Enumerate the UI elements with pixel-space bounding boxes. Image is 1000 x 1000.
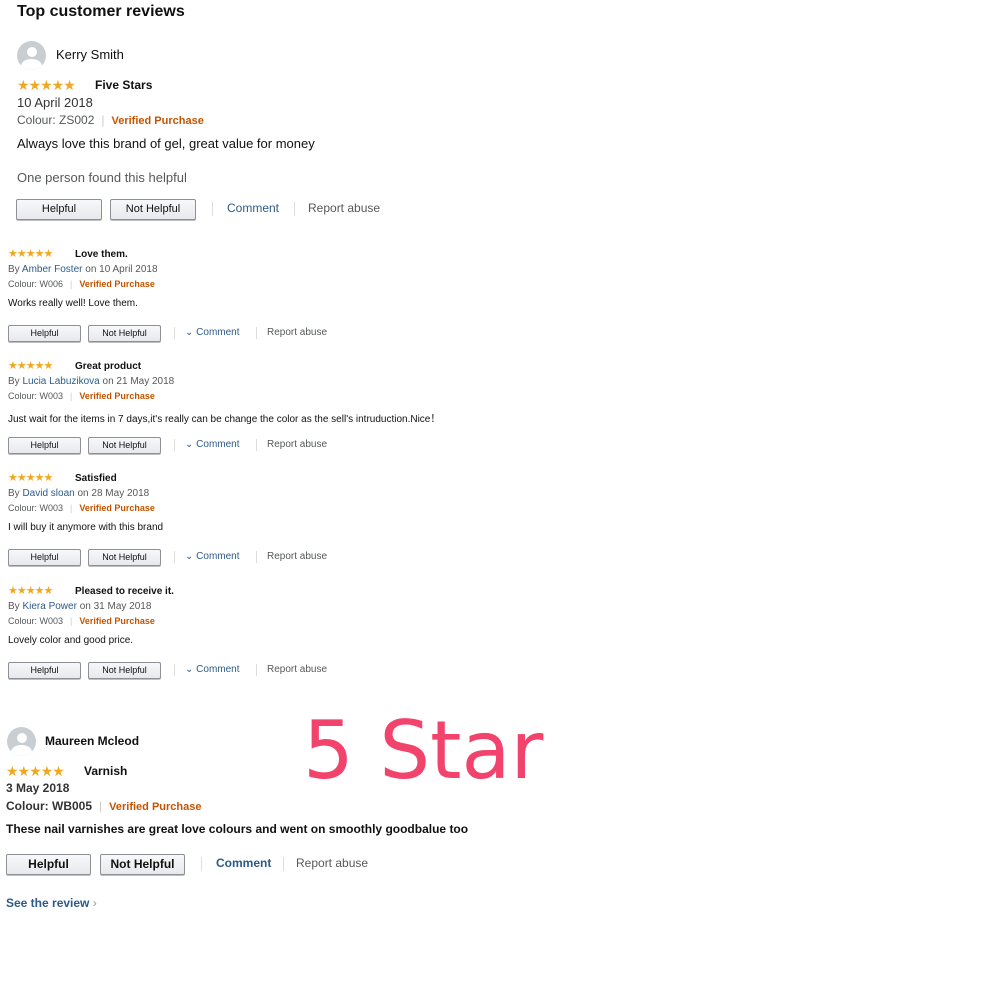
not-helpful-button[interactable]: Not Helpful — [100, 854, 185, 875]
review-date: on 31 May 2018 — [79, 601, 152, 612]
review-meta: Colour: W003 | Verified Purchase — [8, 503, 155, 513]
review-date: on 28 May 2018 — [77, 488, 150, 499]
chevron-down-icon: ⌄ — [185, 439, 194, 450]
divider — [174, 327, 175, 339]
review-date: 3 May 2018 — [6, 781, 70, 795]
review-meta: Colour: WB005 | Verified Purchase — [6, 799, 202, 813]
review-byline: By Kiera Power on 31 May 2018 — [8, 601, 152, 612]
not-helpful-button[interactable]: Not Helpful — [88, 662, 161, 679]
chevron-right-icon: › — [92, 896, 97, 910]
comment-link[interactable]: Comment — [216, 856, 271, 870]
reviewer-name[interactable]: Amber Foster — [22, 264, 83, 275]
review-body: Always love this brand of gel, great val… — [17, 136, 315, 151]
comment-link[interactable]: ⌄ Comment — [185, 327, 240, 338]
star-rating: ★★★★★ — [17, 77, 76, 93]
review-title[interactable]: Varnish — [84, 764, 127, 778]
star-rating: ★★★★★ — [6, 763, 65, 779]
review-title[interactable]: Great product — [75, 361, 141, 372]
divider — [212, 202, 213, 216]
comment-link[interactable]: ⌄ Comment — [185, 551, 240, 562]
review-body: These nail varnishes are great love colo… — [6, 822, 469, 836]
helpful-button[interactable]: Helpful — [8, 662, 81, 679]
not-helpful-button[interactable]: Not Helpful — [88, 549, 161, 566]
divider — [174, 551, 175, 563]
verified-badge: Verified Purchase — [79, 391, 155, 401]
reviewer-name[interactable]: David sloan — [22, 488, 74, 499]
helpful-button[interactable]: Helpful — [6, 854, 91, 875]
not-helpful-button[interactable]: Not Helpful — [88, 437, 161, 454]
comment-link[interactable]: ⌄ Comment — [185, 664, 240, 675]
divider — [256, 439, 257, 451]
five-star-label: 5 Star — [303, 704, 544, 797]
star-rating: ★★★★★ — [8, 585, 53, 597]
review-title[interactable]: Love them. — [75, 249, 128, 260]
comment-link[interactable]: Comment — [227, 201, 279, 215]
review-title[interactable]: Pleased to receive it. — [75, 586, 174, 597]
verified-badge: Verified Purchase — [79, 503, 155, 513]
avatar — [7, 727, 36, 756]
star-rating: ★★★★★ — [8, 248, 53, 260]
report-abuse-link[interactable]: Report abuse — [267, 439, 327, 450]
review-date: 10 April 2018 — [17, 95, 93, 110]
divider — [201, 857, 202, 871]
chevron-down-icon: ⌄ — [185, 664, 194, 675]
review-byline: By Lucia Labuzikova on 21 May 2018 — [8, 376, 175, 387]
divider — [256, 664, 257, 676]
report-abuse-link[interactable]: Report abuse — [296, 856, 368, 870]
reviewer-name[interactable]: Kiera Power — [22, 601, 76, 612]
review-date: on 21 May 2018 — [102, 376, 175, 387]
see-the-review-link[interactable]: See the review › — [6, 896, 97, 910]
divider — [256, 327, 257, 339]
helpful-button[interactable]: Helpful — [8, 549, 81, 566]
divider — [256, 551, 257, 563]
review-meta: Colour: W003 | Verified Purchase — [8, 391, 155, 401]
avatar — [17, 41, 46, 70]
not-helpful-button[interactable]: Not Helpful — [110, 199, 196, 220]
helpful-button[interactable]: Helpful — [8, 437, 81, 454]
comment-link[interactable]: ⌄ Comment — [185, 439, 240, 450]
colour-variant: Colour: WB005 — [6, 799, 93, 813]
divider — [294, 202, 295, 216]
verified-badge: Verified Purchase — [111, 115, 204, 127]
verified-badge: Verified Purchase — [79, 616, 155, 626]
not-helpful-button[interactable]: Not Helpful — [88, 325, 161, 342]
chevron-down-icon: ⌄ — [185, 551, 194, 562]
review-body: Just wait for the items in 7 days,it's r… — [8, 414, 441, 425]
review-title[interactable]: Satisfied — [75, 473, 117, 484]
reviewer-name[interactable]: Kerry Smith — [56, 47, 124, 62]
reviewer-name[interactable]: Maureen Mcleod — [45, 734, 139, 748]
review-body: I will buy it anymore with this brand — [8, 522, 164, 533]
divider — [174, 439, 175, 451]
review-body: Works really well! Love them. — [8, 298, 138, 309]
review-byline: By David sloan on 28 May 2018 — [8, 488, 150, 499]
verified-badge: Verified Purchase — [109, 801, 202, 813]
star-rating: ★★★★★ — [8, 472, 53, 484]
reviewer-name[interactable]: Lucia Labuzikova — [22, 376, 99, 387]
colour-variant: Colour: W003 — [8, 391, 64, 401]
report-abuse-link[interactable]: Report abuse — [267, 327, 327, 338]
review-title[interactable]: Five Stars — [95, 78, 152, 92]
colour-variant: Colour: W003 — [8, 616, 64, 626]
report-abuse-link[interactable]: Report abuse — [308, 201, 380, 215]
review-body: Lovely color and good price. — [8, 635, 134, 646]
chevron-down-icon: ⌄ — [185, 327, 194, 338]
helpful-button[interactable]: Helpful — [8, 325, 81, 342]
helpful-button[interactable]: Helpful — [16, 199, 102, 220]
colour-variant: Colour: ZS002 — [17, 113, 95, 127]
review-meta: Colour: W003 | Verified Purchase — [8, 616, 155, 626]
review-date: on 10 April 2018 — [85, 264, 158, 275]
report-abuse-link[interactable]: Report abuse — [267, 664, 327, 675]
helpful-count: One person found this helpful — [17, 170, 187, 185]
report-abuse-link[interactable]: Report abuse — [267, 551, 327, 562]
colour-variant: Colour: W003 — [8, 503, 64, 513]
review-byline: By Amber Foster on 10 April 2018 — [8, 264, 158, 275]
star-rating: ★★★★★ — [8, 360, 53, 372]
verified-badge: Verified Purchase — [79, 279, 155, 289]
review-meta: Colour: W006 | Verified Purchase — [8, 279, 155, 289]
divider — [174, 664, 175, 676]
review-meta: Colour: ZS002 | Verified Purchase — [17, 113, 204, 127]
colour-variant: Colour: W006 — [8, 279, 64, 289]
divider — [283, 857, 284, 871]
section-heading: Top customer reviews — [17, 3, 185, 20]
